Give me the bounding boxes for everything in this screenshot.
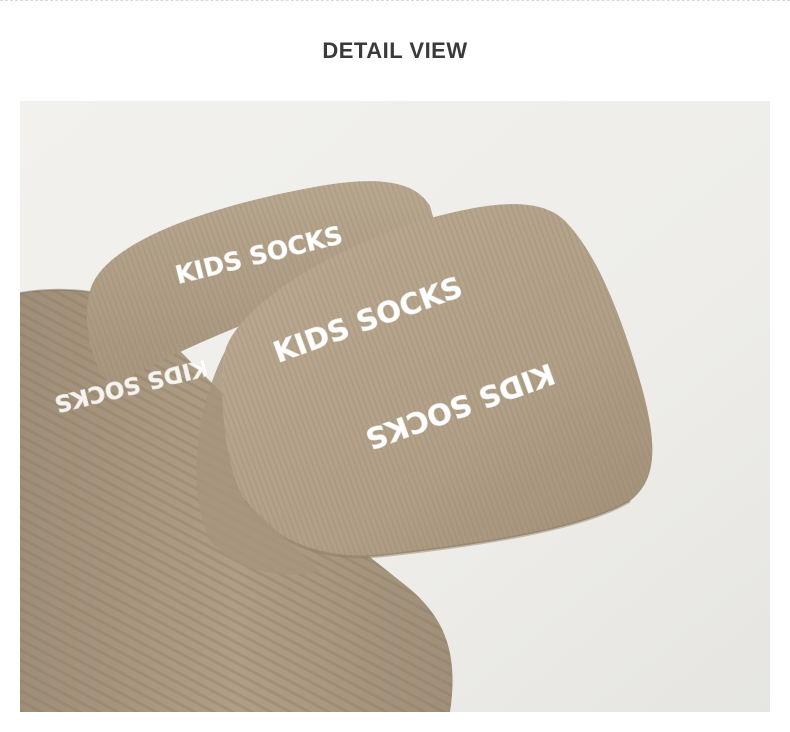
product-photo: KIDS SOCKS KIDS SOCKS KIDS SOCKS KIDS SO… xyxy=(20,101,770,712)
page-title: DETAIL VIEW xyxy=(322,38,468,63)
top-divider xyxy=(0,0,790,1)
